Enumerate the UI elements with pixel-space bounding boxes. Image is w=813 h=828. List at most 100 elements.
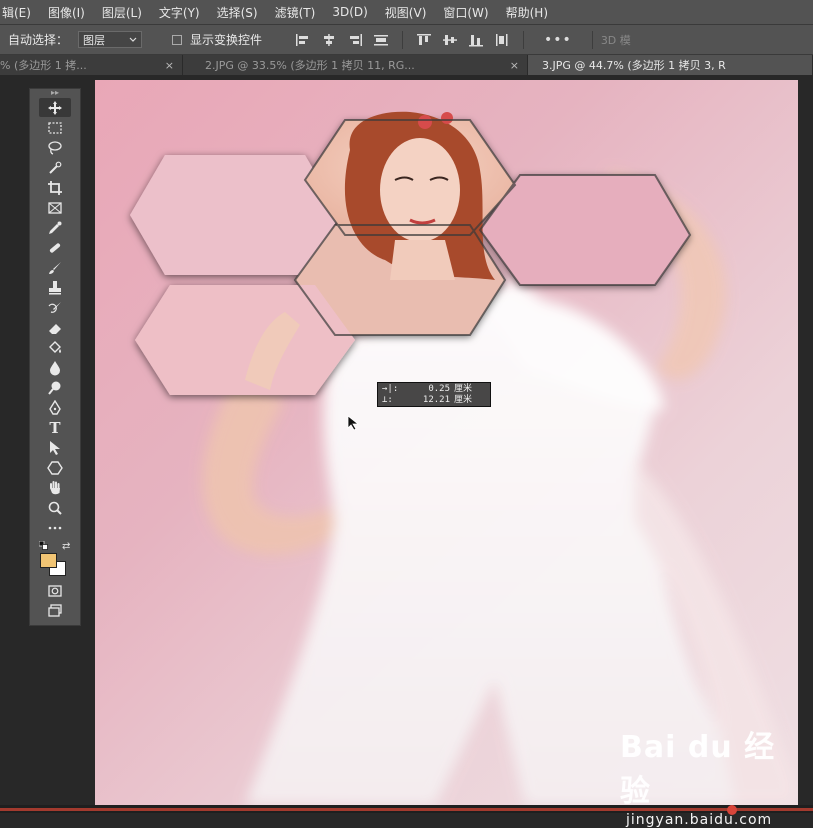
default-colors-icon[interactable] [39,541,48,550]
menu-edit[interactable]: 辑(E) [0,4,40,21]
path-select-tool[interactable] [39,438,71,457]
mode-3d-label: 3D 模 [600,33,631,47]
measure-key: →|: [382,384,399,394]
measure-value: 12.21 [422,395,450,405]
watermark: Bai du 经验 jingyan.baidu.com [620,722,800,828]
menu-select[interactable]: 选择(S) [209,4,267,21]
marquee-tool[interactable] [39,118,71,137]
swap-colors-icon[interactable]: ⇄ [62,541,72,552]
measure-value: 0.25 [428,384,450,394]
zoom-icon [48,501,62,515]
tab-document-2[interactable]: 2.JPG @ 33.5% (多边形 1 拷贝 11, RG... × [183,55,528,75]
type-icon: T [49,418,61,437]
history-brush-tool[interactable] [39,298,71,317]
more-tools-icon [48,526,62,529]
healing-tool[interactable] [39,238,71,257]
measurement-tooltip: →|: 0.25 厘米 ⊥: 12.21 厘米 [377,382,491,407]
tab-document-3[interactable]: 3.JPG @ 44.7% (多边形 1 拷贝 3, R [528,55,813,75]
watermark-url: jingyan.baidu.com [626,812,773,828]
distribute-vertical-icon[interactable] [489,31,515,49]
separator [523,30,525,49]
healing-icon [49,242,61,253]
tab-label: % (多边形 1 拷... [0,59,87,72]
auto-select-dropdown[interactable]: 图层 [78,31,143,48]
quick-select-icon [49,161,62,174]
panel-grip[interactable]: ▸▸ [30,89,80,97]
chevron-down-icon [129,33,137,46]
align-center-icon[interactable] [316,31,342,49]
align-top-icon[interactable] [411,31,437,49]
video-progress-bar[interactable] [0,805,813,815]
lasso-icon [48,140,62,155]
document-tabs: % (多边形 1 拷... × 2.JPG @ 33.5% (多边形 1 拷贝 … [0,55,813,75]
measure-row: ⊥: 12.21 厘米 [382,395,486,406]
menu-layer[interactable]: 图层(L) [94,4,151,21]
measure-key: ⊥: [382,395,393,405]
more-tools[interactable] [39,518,71,537]
dodge-tool[interactable] [39,378,71,397]
move-tool[interactable] [39,98,71,117]
eyedropper-tool[interactable] [39,218,71,237]
quick-mask-tool[interactable] [39,581,71,600]
frame-icon [48,201,62,214]
pen-icon [49,399,61,415]
tab-document-1[interactable]: % (多边形 1 拷... × [0,55,183,75]
align-left-icon[interactable] [290,31,316,49]
tools-panel: ▸▸ T ⇄ [29,88,81,626]
move-icon [48,100,62,115]
eraser-tool[interactable] [39,318,71,337]
shape-icon [47,460,63,475]
menu-help[interactable]: 帮助(H) [498,4,557,21]
menu-image[interactable]: 图像(I) [40,4,94,21]
progress-handle[interactable] [727,805,737,815]
align-right-icon[interactable] [342,31,368,49]
menu-type[interactable]: 文字(Y) [151,4,209,21]
pen-tool[interactable] [39,398,71,417]
brush-tool[interactable] [39,258,71,277]
menu-window[interactable]: 窗口(W) [435,4,497,21]
align-group: ••• 3D 模 [290,30,631,49]
document-canvas[interactable]: →|: 0.25 厘米 ⊥: 12.21 厘米 [95,80,798,805]
align-middle-icon[interactable] [437,31,463,49]
foreground-color-swatch[interactable] [40,553,57,568]
close-icon[interactable]: × [165,59,182,72]
paint-bucket-tool[interactable] [39,338,71,357]
baidu-jingyan-logo: Bai du 经验 [620,730,776,809]
show-transform-label: 显示变换控件 [190,33,263,47]
auto-select-label: 自动选择： [8,33,69,47]
blur-tool[interactable] [39,358,71,377]
lasso-tool[interactable] [39,138,71,157]
color-swatches: ⇄ [35,541,75,576]
menu-3d[interactable]: 3D(D) [324,5,376,19]
align-bottom-icon[interactable] [463,31,489,49]
frame-tool[interactable] [39,198,71,217]
tab-label: 3.JPG @ 44.7% (多边形 1 拷贝 3, R [542,59,726,72]
show-transform-checkbox[interactable] [172,34,183,45]
separator [591,30,593,49]
type-tool[interactable]: T [39,418,71,437]
distribute-icon[interactable] [368,31,394,49]
hand-tool[interactable] [39,478,71,497]
paint-bucket-icon [49,340,61,353]
stamp-tool[interactable] [39,278,71,297]
brush-icon [49,261,61,274]
stamp-icon [49,280,61,294]
menu-filter[interactable]: 滤镜(T) [267,4,325,21]
menu-bar: 辑(E) 图像(I) 图层(L) 文字(Y) 选择(S) 滤镜(T) 3D(D)… [0,0,813,25]
menu-view[interactable]: 视图(V) [377,4,436,21]
shape-tool[interactable] [39,458,71,477]
close-icon[interactable]: × [510,59,527,72]
cursor-arrow-icon [347,415,360,431]
quick-select-tool[interactable] [39,158,71,177]
crop-icon [48,180,62,195]
screen-mode-tool[interactable] [39,601,71,620]
crop-tool[interactable] [39,178,71,197]
measure-unit: 厘米 [454,395,473,405]
options-bar: 自动选择： 图层 显示变换控件 ••• 3D 模 [0,25,813,55]
more-options-button[interactable]: ••• [532,32,584,48]
measure-row: →|: 0.25 厘米 [382,384,486,395]
history-brush-icon [48,301,61,313]
quick-mask-icon [48,584,62,597]
tab-label: 2.JPG @ 33.5% (多边形 1 拷贝 11, RG... [205,59,415,72]
zoom-tool[interactable] [39,498,71,517]
